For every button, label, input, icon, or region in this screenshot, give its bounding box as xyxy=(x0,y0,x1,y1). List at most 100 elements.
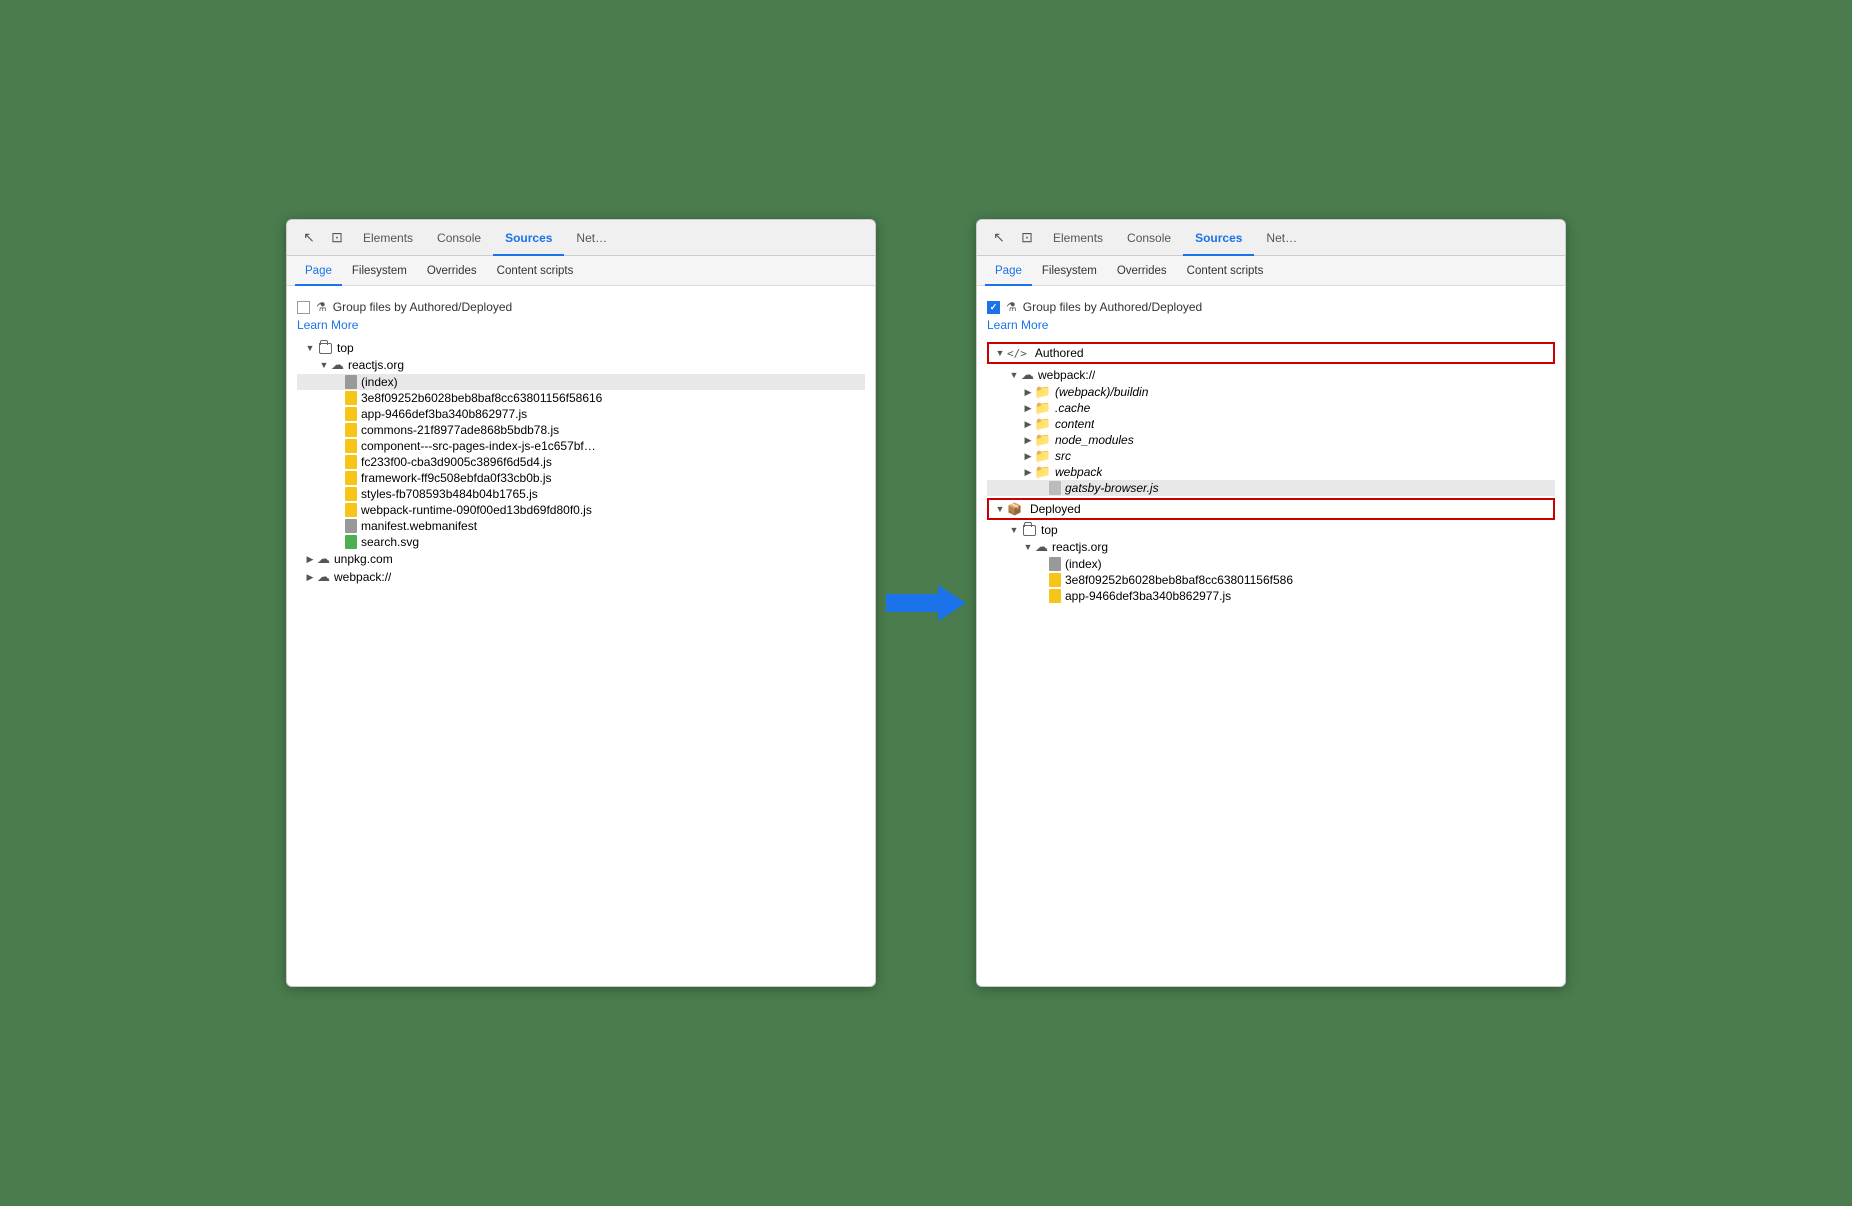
left-label-reactjs: reactjs.org xyxy=(348,358,404,372)
left-file-7 xyxy=(345,487,357,501)
right-triangle-dep-top xyxy=(1007,523,1021,537)
right-tree-node-modules[interactable]: 📁 node_modules xyxy=(987,432,1555,448)
left-tree-file6[interactable]: framework-ff9c508ebfda0f33cb0b.js xyxy=(297,470,865,486)
right-tree-buildin[interactable]: 📁 (webpack)/buildin xyxy=(987,384,1555,400)
right-subtab-filesystem[interactable]: Filesystem xyxy=(1032,256,1107,286)
right-deployed-file1[interactable]: 3e8f09252b6028beb8baf8cc63801156f586 xyxy=(987,572,1555,588)
right-cloud-webpack: ☁ xyxy=(1021,367,1034,383)
left-tree-svg[interactable]: search.svg xyxy=(297,534,865,550)
left-tree-file3[interactable]: commons-21f8977ade868b5bdb78.js xyxy=(297,422,865,438)
right-tree-src[interactable]: 📁 src xyxy=(987,448,1555,464)
right-folder-cache: 📁 xyxy=(1035,401,1051,415)
right-subtab-overrides[interactable]: Overrides xyxy=(1107,256,1177,286)
right-tree-cache[interactable]: 📁 .cache xyxy=(987,400,1555,416)
right-triangle-dep-reactjs xyxy=(1021,540,1035,554)
right-tab-network[interactable]: Net… xyxy=(1254,220,1309,256)
left-sub-tabs: Page Filesystem Overrides Content script… xyxy=(287,256,875,286)
right-devtools-panel: ↖ ⊡ Elements Console Sources Net… Page F… xyxy=(976,219,1566,987)
left-label-file4: component---src-pages-index-js-e1c657bf… xyxy=(361,439,596,453)
left-subtab-page[interactable]: Page xyxy=(295,256,342,286)
right-authored-header[interactable]: </> Authored xyxy=(987,342,1555,364)
left-tab-network[interactable]: Net… xyxy=(564,220,619,256)
left-tab-console[interactable]: Console xyxy=(425,220,493,256)
right-label-src: src xyxy=(1055,449,1071,463)
right-deployed-index[interactable]: (index) xyxy=(987,556,1555,572)
left-top-tabs: ↖ ⊡ Elements Console Sources Net… xyxy=(287,220,875,256)
right-deployed-header[interactable]: 📦 Deployed xyxy=(987,498,1555,520)
right-triangle-gatsby xyxy=(1035,481,1049,495)
right-cursor-icon[interactable]: ↖ xyxy=(985,224,1013,252)
right-device-icon[interactable]: ⊡ xyxy=(1013,224,1041,252)
arrow-container xyxy=(876,585,976,621)
left-tree-file1[interactable]: 3e8f09252b6028beb8baf8cc63801156f58616 xyxy=(297,390,865,406)
right-triangle-dep-file1 xyxy=(1035,573,1049,587)
left-triangle-manifest xyxy=(331,519,345,533)
right-tab-console[interactable]: Console xyxy=(1115,220,1183,256)
right-panel-body: ⚗ Group files by Authored/Deployed Learn… xyxy=(977,286,1565,986)
left-triangle-file1 xyxy=(331,391,345,405)
right-tree-webpack[interactable]: ☁ webpack:// xyxy=(987,366,1555,384)
left-tree-manifest[interactable]: manifest.webmanifest xyxy=(297,518,865,534)
left-triangle-index xyxy=(331,375,345,389)
left-tree-unpkg[interactable]: ☁ unpkg.com xyxy=(297,550,865,568)
right-folder-webpack: 📁 xyxy=(1035,465,1051,479)
left-tree-file2[interactable]: app-9466def3ba340b862977.js xyxy=(297,406,865,422)
right-tree-webpack-folder[interactable]: 📁 webpack xyxy=(987,464,1555,480)
left-tree-file4[interactable]: component---src-pages-index-js-e1c657bf… xyxy=(297,438,865,454)
left-label-index: (index) xyxy=(361,375,398,389)
left-cursor-icon[interactable]: ↖ xyxy=(295,224,323,252)
right-file-dep-1 xyxy=(1049,573,1061,587)
right-deployed-reactjs[interactable]: ☁ reactjs.org xyxy=(987,538,1555,556)
left-subtab-filesystem[interactable]: Filesystem xyxy=(342,256,417,286)
left-group-files-label: Group files by Authored/Deployed xyxy=(333,300,512,314)
right-folder-content: 📁 xyxy=(1035,417,1051,431)
right-top-tabs: ↖ ⊡ Elements Console Sources Net… xyxy=(977,220,1565,256)
right-triangle-src xyxy=(1021,449,1035,463)
left-tree-file8[interactable]: webpack-runtime-090f00ed13bd69fd80f0.js xyxy=(297,502,865,518)
right-file-dep-2 xyxy=(1049,589,1061,603)
right-deployed-top[interactable]: top xyxy=(987,522,1555,538)
right-subtab-content-scripts[interactable]: Content scripts xyxy=(1177,256,1274,286)
left-label-manifest: manifest.webmanifest xyxy=(361,519,477,533)
left-subtab-overrides[interactable]: Overrides xyxy=(417,256,487,286)
left-device-icon[interactable]: ⊡ xyxy=(323,224,351,252)
left-subtab-content-scripts[interactable]: Content scripts xyxy=(487,256,584,286)
right-tab-sources[interactable]: Sources xyxy=(1183,220,1254,256)
right-label-dep-index: (index) xyxy=(1065,557,1102,571)
right-triangle-buildin xyxy=(1021,385,1035,399)
right-learn-more-link[interactable]: Learn More xyxy=(987,316,1555,340)
left-cloud-webpack: ☁ xyxy=(317,569,330,585)
left-tree-webpack[interactable]: ☁ webpack:// xyxy=(297,568,865,586)
left-tab-sources[interactable]: Sources xyxy=(493,220,564,256)
right-deployed-file2[interactable]: app-9466def3ba340b862977.js xyxy=(987,588,1555,604)
left-tree-reactjs[interactable]: ☁ reactjs.org xyxy=(297,356,865,374)
left-file-1 xyxy=(345,391,357,405)
left-tree-file7[interactable]: styles-fb708593b484b04b1765.js xyxy=(297,486,865,502)
right-deployed-label: Deployed xyxy=(1030,502,1081,516)
right-subtab-page[interactable]: Page xyxy=(985,256,1032,286)
right-sub-tabs: Page Filesystem Overrides Content script… xyxy=(977,256,1565,286)
right-triangle-deployed xyxy=(993,502,1007,516)
left-tab-elements[interactable]: Elements xyxy=(351,220,425,256)
left-triangle-webpack xyxy=(303,570,317,584)
left-label-file7: styles-fb708593b484b04b1765.js xyxy=(361,487,538,501)
right-label-dep-reactjs: reactjs.org xyxy=(1052,540,1108,554)
right-funnel-icon: ⚗ xyxy=(1006,300,1017,314)
right-group-checkbox[interactable] xyxy=(987,301,1000,314)
left-learn-more-link[interactable]: Learn More xyxy=(297,316,865,340)
right-triangle-webpack-folder xyxy=(1021,465,1035,479)
left-file-8 xyxy=(345,503,357,517)
right-authored-label: Authored xyxy=(1035,346,1084,360)
right-tree-content[interactable]: 📁 content xyxy=(987,416,1555,432)
left-tree-index[interactable]: (index) xyxy=(297,374,865,390)
left-panel-body: ⚗ Group files by Authored/Deployed Learn… xyxy=(287,286,875,986)
left-tree-top[interactable]: top xyxy=(297,340,865,356)
left-group-checkbox[interactable] xyxy=(297,301,310,314)
left-tree-file5[interactable]: fc233f00-cba3d9005c3896f6d5d4.js xyxy=(297,454,865,470)
right-label-dep-file1: 3e8f09252b6028beb8baf8cc63801156f586 xyxy=(1065,573,1293,587)
left-label-file3: commons-21f8977ade868b5bdb78.js xyxy=(361,423,559,437)
right-tab-elements[interactable]: Elements xyxy=(1041,220,1115,256)
right-label-dep-top: top xyxy=(1041,523,1058,537)
right-tree-gatsby[interactable]: gatsby-browser.js xyxy=(987,480,1555,496)
left-devtools-panel: ↖ ⊡ Elements Console Sources Net… Page F… xyxy=(286,219,876,987)
